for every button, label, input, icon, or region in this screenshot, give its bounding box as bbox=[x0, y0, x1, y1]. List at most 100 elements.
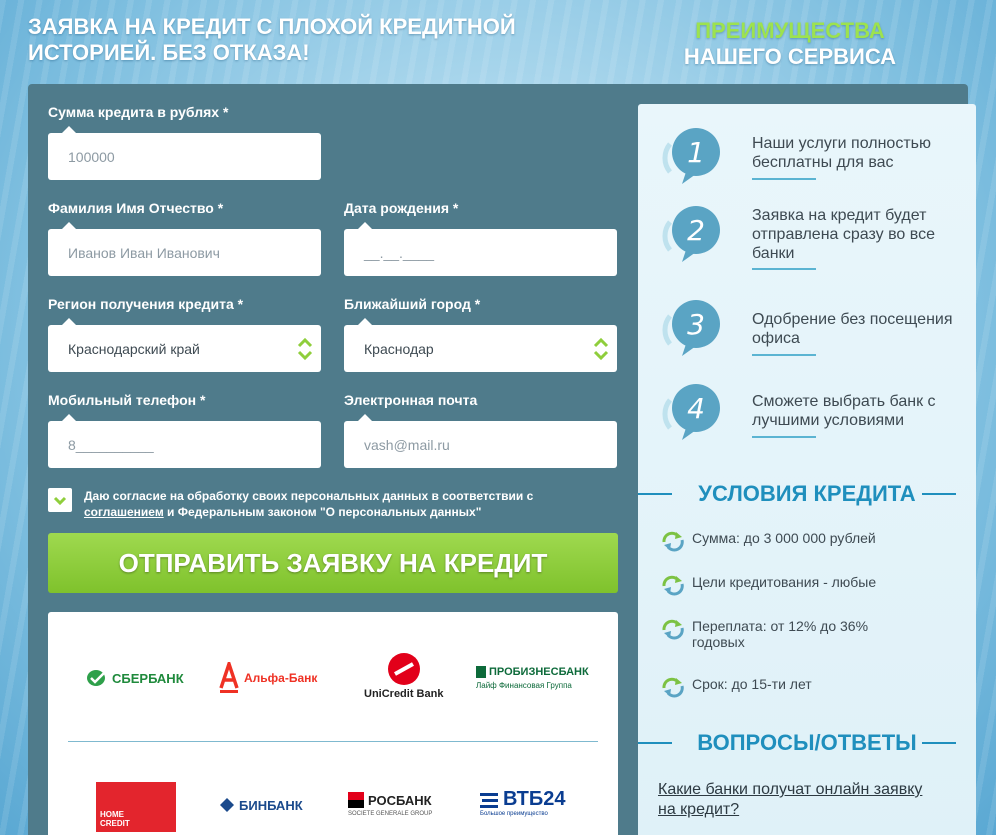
condition-item: Срок: до 15-ти лет bbox=[658, 676, 958, 698]
field-notch bbox=[62, 222, 76, 229]
birthdate-label: Дата рождения * bbox=[344, 200, 459, 216]
consent-text-after: и Федеральным законом "О персональных да… bbox=[167, 505, 482, 519]
consent-text: Даю согласие на обработку своих персонал… bbox=[84, 488, 614, 520]
banks-divider bbox=[68, 741, 598, 742]
condition-item: Переплата: от 12% до 36% годовых bbox=[658, 618, 958, 650]
number-bubble-icon: 4 bbox=[662, 384, 720, 440]
condition-item: Цели кредитования - любые bbox=[658, 574, 958, 596]
advantage-underline bbox=[752, 354, 816, 356]
homecredit-name: HOME CREDIT bbox=[100, 810, 130, 828]
advantage-text: Сможете выбрать банк с лучшими условиями bbox=[752, 393, 936, 429]
number-bubble-icon: 3 bbox=[662, 300, 720, 356]
amount-placeholder: 100000 bbox=[68, 148, 115, 165]
condition-text: Сумма: до 3 000 000 рублей bbox=[692, 530, 876, 546]
email-input[interactable]: vash@mail.ru bbox=[344, 414, 617, 468]
conditions-line-right bbox=[922, 493, 956, 495]
consent-text-before: Даю согласие на обработку своих персонал… bbox=[84, 489, 534, 503]
banks-panel: СБЕРБАНК Альфа-Банк UniCredit Bank ПРОБИ… bbox=[48, 612, 618, 835]
vtb-icon bbox=[480, 792, 498, 808]
advantage-underline bbox=[752, 436, 816, 438]
field-notch bbox=[62, 318, 76, 325]
region-label: Регион получения кредита * bbox=[48, 296, 244, 312]
select-arrows-icon bbox=[593, 337, 609, 361]
rosbank-sub: SOCIETE GENERALE GROUP bbox=[348, 811, 433, 817]
sberbank-logo: СБЕРБАНК bbox=[86, 668, 184, 688]
email-placeholder: vash@mail.ru bbox=[364, 436, 450, 453]
advantage-underline bbox=[752, 268, 816, 270]
condition-text: Переплата: от 12% до 36% годовых bbox=[692, 618, 869, 650]
condition-item: Сумма: до 3 000 000 рублей bbox=[658, 530, 958, 552]
select-arrows-icon bbox=[297, 337, 313, 361]
field-notch bbox=[358, 222, 372, 229]
advantage-text: Одобрение без посещения офиса bbox=[752, 311, 953, 347]
agreement-link[interactable]: соглашением bbox=[84, 505, 164, 519]
page-headline: ЗАЯВКА НА КРЕДИТ С ПЛОХОЙ КРЕДИТНОЙ ИСТО… bbox=[28, 14, 516, 65]
checkmark-icon bbox=[53, 496, 67, 506]
vtb-name: ВТБ24 bbox=[503, 788, 566, 810]
vtb-logo: ВТБ24 Большое преимущество bbox=[480, 788, 566, 817]
birthdate-input[interactable]: __.__.____ bbox=[344, 222, 617, 276]
email-label: Электронная почта bbox=[344, 392, 478, 408]
consent-checkbox[interactable] bbox=[48, 488, 72, 512]
advantages-sidebar: 1 Наши услуги полностью бесплатны для ва… bbox=[638, 104, 976, 835]
alfa-icon bbox=[219, 662, 239, 693]
region-select[interactable]: Краснодарский край bbox=[48, 318, 321, 372]
city-value: Краснодар bbox=[364, 340, 434, 357]
rosbank-name: РОСБАНК bbox=[368, 792, 432, 808]
fio-placeholder: Иванов Иван Иванович bbox=[68, 244, 220, 261]
refresh-arrows-icon bbox=[662, 531, 684, 552]
advantage-number: 1 bbox=[687, 136, 705, 169]
advantage-number: 3 bbox=[687, 308, 705, 341]
rosbank-logo: РОСБАНК SOCIETE GENERALE GROUP bbox=[348, 792, 432, 817]
faq-question-link[interactable]: Какие банки получат онлайн заявку на кре… bbox=[658, 780, 938, 820]
alfa-name: Альфа-Банк bbox=[244, 671, 318, 685]
fio-input[interactable]: Иванов Иван Иванович bbox=[48, 222, 321, 276]
city-label: Ближайший город * bbox=[344, 296, 481, 312]
amount-label: Сумма кредита в рублях * bbox=[48, 104, 229, 120]
vtb-sub: Большое преимущество bbox=[480, 811, 548, 817]
advantages-heading: ПРЕИМУЩЕСТВА НАШЕГО СЕРВИСА bbox=[640, 18, 940, 70]
faq-line-right bbox=[922, 742, 956, 744]
region-value: Краснодарский край bbox=[68, 340, 200, 357]
phone-placeholder: 8__________ bbox=[68, 436, 154, 453]
probusiness-group: Лайф Финансовая Группа bbox=[476, 681, 572, 690]
field-notch bbox=[62, 126, 76, 133]
unicredit-logo: UniCredit Bank bbox=[364, 652, 443, 700]
condition-text: Срок: до 15-ти лет bbox=[692, 676, 812, 692]
city-select[interactable]: Краснодар bbox=[344, 318, 617, 372]
advantage-text: Заявка на кредит будет отправлена сразу … bbox=[752, 207, 935, 262]
rosbank-icon bbox=[348, 792, 364, 808]
field-notch bbox=[358, 318, 372, 325]
advantage-number: 4 bbox=[687, 392, 705, 425]
field-notch bbox=[62, 414, 76, 421]
alfa-logo: Альфа-Банк bbox=[218, 662, 317, 694]
advantage-text: Наши услуги полностью бесплатны для вас bbox=[752, 135, 931, 171]
advantage-underline bbox=[752, 178, 816, 180]
advantages-heading-line2: НАШЕГО СЕРВИСА bbox=[683, 44, 897, 69]
sberbank-icon bbox=[87, 670, 106, 686]
homecredit-logo: HOME CREDIT bbox=[96, 782, 176, 832]
advantages-heading-line1: ПРЕИМУЩЕСТВА bbox=[695, 18, 885, 43]
birthdate-placeholder: __.__.____ bbox=[364, 244, 435, 261]
probusiness-logo: ПРОБИЗНЕСБАНК Лайф Финансовая Группа bbox=[476, 666, 589, 690]
refresh-arrows-icon bbox=[662, 575, 684, 596]
phone-label: Мобильный телефон * bbox=[48, 392, 206, 408]
binbank-icon bbox=[220, 798, 234, 812]
refresh-arrows-icon bbox=[662, 619, 684, 640]
phone-input[interactable]: 8__________ bbox=[48, 414, 321, 468]
condition-text: Цели кредитования - любые bbox=[692, 574, 877, 590]
number-bubble-icon: 2 bbox=[662, 206, 720, 262]
sberbank-name: СБЕРБАНК bbox=[112, 670, 184, 686]
number-bubble-icon: 1 bbox=[662, 128, 720, 184]
binbank-name: БИНБАНК bbox=[239, 797, 303, 813]
fio-label: Фамилия Имя Отчество * bbox=[48, 200, 224, 216]
submit-button[interactable]: ОТПРАВИТЬ ЗАЯВКУ НА КРЕДИТ bbox=[48, 533, 618, 593]
binbank-logo: БИНБАНК bbox=[218, 796, 303, 814]
unicredit-icon bbox=[387, 653, 420, 685]
field-notch bbox=[358, 414, 372, 421]
refresh-arrows-icon bbox=[662, 677, 684, 698]
advantage-number: 2 bbox=[687, 214, 705, 247]
amount-input[interactable]: 100000 bbox=[48, 126, 321, 180]
unicredit-name: UniCredit Bank bbox=[364, 688, 444, 700]
probusiness-name: ПРОБИЗНЕСБАНК bbox=[476, 666, 589, 678]
